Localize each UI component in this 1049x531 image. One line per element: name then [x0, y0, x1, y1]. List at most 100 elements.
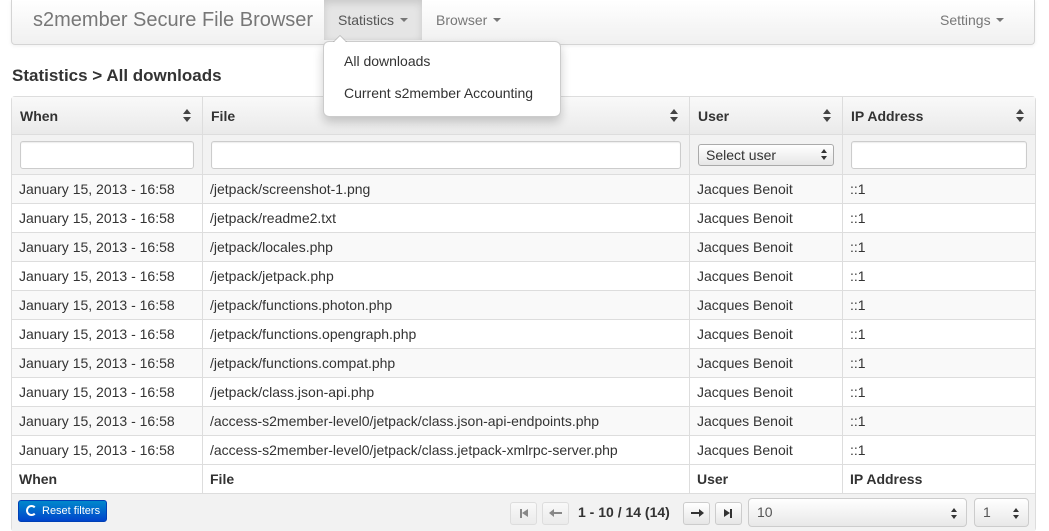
table-row: January 15, 2013 - 16:58 /access-s2membe…: [12, 435, 1035, 464]
cell-when: January 15, 2013 - 16:58: [12, 203, 202, 232]
filter-cell-user: Select user: [689, 134, 842, 174]
cell-user: Jacques Benoit: [689, 377, 842, 406]
select-arrows-icon: [1013, 508, 1020, 520]
page-size-select[interactable]: 10: [748, 498, 967, 527]
cell-user: Jacques Benoit: [689, 203, 842, 232]
nav-browser[interactable]: Browser: [422, 0, 515, 40]
column-header-label: File: [211, 107, 236, 124]
cell-file: /jetpack/locales.php: [202, 232, 689, 261]
downloads-table-wrap: When File User IP Address Select user Ja…: [11, 96, 1036, 531]
next-page-button[interactable]: [683, 502, 710, 525]
cell-user: Jacques Benoit: [689, 290, 842, 319]
cell-ip: ::1: [842, 261, 1035, 290]
filter-cell-file: [202, 134, 689, 174]
cell-file: /jetpack/screenshot-1.png: [202, 174, 689, 203]
table-body: January 15, 2013 - 16:58 /jetpack/screen…: [12, 174, 1035, 464]
downloads-table: When File User IP Address Select user Ja…: [11, 96, 1036, 531]
cell-user: Jacques Benoit: [689, 174, 842, 203]
prev-page-button[interactable]: [542, 502, 569, 525]
cell-file: /jetpack/readme2.txt: [202, 203, 689, 232]
cell-when: January 15, 2013 - 16:58: [12, 406, 202, 435]
cell-when: January 15, 2013 - 16:58: [12, 232, 202, 261]
filter-cell-ip: [842, 134, 1035, 174]
table-row: January 15, 2013 - 16:58 /jetpack/functi…: [12, 290, 1035, 319]
caret-down-icon: [996, 18, 1005, 23]
cell-ip: ::1: [842, 377, 1035, 406]
pager: Reset filters 1 - 10 / 14 (14) 10 1: [12, 493, 1035, 531]
nav-statistics[interactable]: Statistics: [324, 0, 422, 40]
filter-file-input[interactable]: [211, 140, 681, 169]
cell-when: January 15, 2013 - 16:58: [12, 435, 202, 464]
cell-file: /jetpack/functions.compat.php: [202, 348, 689, 377]
sort-icon: [823, 109, 832, 123]
brand-title[interactable]: s2member Secure File Browser: [33, 9, 313, 32]
filter-user-select[interactable]: Select user: [698, 143, 834, 166]
nav-settings[interactable]: Settings: [926, 0, 1018, 40]
nav-browser-label: Browser: [436, 12, 488, 28]
cell-ip: ::1: [842, 319, 1035, 348]
select-arrows-icon: [821, 148, 828, 161]
menu-item-current-accounting[interactable]: Current s2member Accounting: [324, 80, 560, 112]
column-header-when[interactable]: When: [12, 97, 202, 134]
filter-when-input[interactable]: [20, 140, 194, 169]
menu-item-all-downloads[interactable]: All downloads: [324, 48, 560, 80]
cell-ip: ::1: [842, 232, 1035, 261]
table-row: January 15, 2013 - 16:58 /jetpack/class.…: [12, 377, 1035, 406]
cell-ip: ::1: [842, 203, 1035, 232]
cell-file: /jetpack/functions.opengraph.php: [202, 319, 689, 348]
column-header-label: User: [698, 107, 730, 124]
page-title: Statistics > All downloads: [12, 66, 222, 85]
filter-ip-input[interactable]: [851, 140, 1027, 169]
cell-user: Jacques Benoit: [689, 406, 842, 435]
select-arrows-icon: [951, 508, 958, 520]
reset-filters-button[interactable]: Reset filters: [18, 500, 107, 522]
cell-file: /jetpack/jetpack.php: [202, 261, 689, 290]
cell-file: /jetpack/class.json-api.php: [202, 377, 689, 406]
footer-user: User: [689, 464, 842, 493]
table-row: January 15, 2013 - 16:58 /jetpack/locale…: [12, 232, 1035, 261]
top-navbar: s2member Secure File Browser Statistics …: [11, 0, 1035, 45]
cell-user: Jacques Benoit: [689, 348, 842, 377]
statistics-dropdown-menu: All downloads Current s2member Accountin…: [323, 35, 561, 117]
filter-user-selected: Select user: [706, 146, 777, 163]
cell-ip: ::1: [842, 435, 1035, 464]
footer-when: When: [12, 464, 202, 493]
cell-file: /jetpack/functions.photon.php: [202, 290, 689, 319]
cell-ip: ::1: [842, 174, 1035, 203]
first-page-button[interactable]: [510, 502, 537, 525]
cell-when: January 15, 2013 - 16:58: [12, 261, 202, 290]
filter-cell-when: [12, 134, 202, 174]
column-header-ip[interactable]: IP Address: [842, 97, 1035, 134]
cell-user: Jacques Benoit: [689, 261, 842, 290]
footer-ip: IP Address: [842, 464, 1035, 493]
cell-user: Jacques Benoit: [689, 435, 842, 464]
cell-ip: ::1: [842, 290, 1035, 319]
table-row: January 15, 2013 - 16:58 /jetpack/jetpac…: [12, 261, 1035, 290]
cell-when: January 15, 2013 - 16:58: [12, 319, 202, 348]
cell-file: /access-s2member-level0/jetpack/class.js…: [202, 406, 689, 435]
table-row: January 15, 2013 - 16:58 /access-s2membe…: [12, 406, 1035, 435]
column-header-user[interactable]: User: [689, 97, 842, 134]
refresh-icon: [26, 505, 37, 516]
cell-file: /access-s2member-level0/jetpack/class.je…: [202, 435, 689, 464]
cell-when: January 15, 2013 - 16:58: [12, 348, 202, 377]
last-page-button[interactable]: [715, 502, 742, 525]
page-number-value: 1: [983, 504, 991, 520]
cell-when: January 15, 2013 - 16:58: [12, 377, 202, 406]
table-row: January 15, 2013 - 16:58 /jetpack/readme…: [12, 203, 1035, 232]
sort-icon: [183, 109, 192, 123]
nav-statistics-label: Statistics: [338, 12, 395, 28]
page-info: 1 - 10 / 14 (14): [578, 504, 670, 520]
sort-icon: [1016, 109, 1025, 123]
table-row: January 15, 2013 - 16:58 /jetpack/functi…: [12, 348, 1035, 377]
caret-down-icon: [493, 18, 502, 23]
cell-user: Jacques Benoit: [689, 232, 842, 261]
cell-ip: ::1: [842, 348, 1035, 377]
cell-user: Jacques Benoit: [689, 319, 842, 348]
sort-icon: [670, 109, 679, 123]
page-number-select[interactable]: 1: [974, 498, 1029, 527]
column-header-label: IP Address: [851, 107, 924, 124]
cell-when: January 15, 2013 - 16:58: [12, 290, 202, 319]
reset-filters-label: Reset filters: [42, 505, 101, 517]
cell-when: January 15, 2013 - 16:58: [12, 174, 202, 203]
